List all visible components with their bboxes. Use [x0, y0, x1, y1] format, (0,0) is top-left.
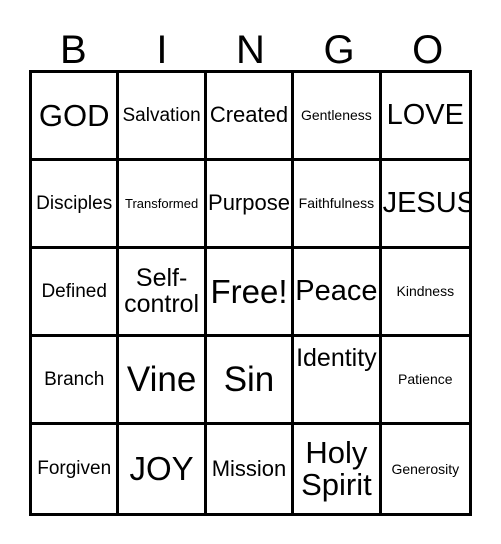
bingo-cell-i3[interactable]: Self- control	[119, 249, 207, 337]
bingo-cell-i2[interactable]: Transformed	[119, 161, 207, 249]
bingo-cell-label: Faithfulness	[298, 195, 375, 212]
bingo-header-letter-n: N	[236, 28, 265, 72]
bingo-cell-label: Patience	[398, 371, 453, 388]
bingo-cell-label: GOD	[38, 97, 110, 133]
bingo-cell-label: Sin	[223, 359, 275, 399]
bingo-cell-n5[interactable]: Mission	[206, 425, 295, 513]
bingo-cell-label: JOY	[129, 450, 194, 488]
bingo-cell-label: Generosity	[391, 460, 460, 477]
bingo-cell-g1[interactable]: Gentleness	[294, 73, 382, 161]
bingo-cell-b3[interactable]: Defined	[32, 249, 120, 337]
bingo-cell-label: Holy Spirit	[301, 435, 372, 502]
bingo-header-letter-b: B	[59, 28, 87, 72]
bingo-cell-i5[interactable]: JOY	[119, 425, 207, 513]
bingo-cell-g4[interactable]: Identity	[294, 337, 382, 425]
bingo-cell-label: Kindness	[396, 283, 455, 300]
bingo-cell-label: Transformed	[124, 195, 199, 211]
bingo-cell-n1[interactable]: Created	[206, 73, 295, 161]
bingo-cell-b4[interactable]: Branch	[32, 337, 120, 425]
bingo-cell-n4[interactable]: Sin	[206, 337, 295, 425]
bingo-cell-label: LOVE	[386, 98, 464, 131]
bingo-cell-label: Free!	[210, 272, 288, 310]
bingo-cell-g5[interactable]: Holy Spirit	[294, 425, 382, 513]
bingo-cell-label: Created	[209, 102, 289, 128]
bingo-cell-label: Vine	[126, 359, 197, 399]
bingo-cell-o1[interactable]: LOVE	[381, 73, 469, 161]
bingo-cell-g3[interactable]: Peace	[294, 249, 382, 337]
bingo-cell-label: Identity	[296, 344, 377, 372]
bingo-cell-label: Peace	[295, 274, 378, 307]
bingo-cell-label: Defined	[41, 280, 107, 302]
bingo-cell-i1[interactable]: Salvation	[119, 73, 207, 161]
bingo-cell-o3[interactable]: Kindness	[381, 249, 469, 337]
bingo-cell-label: JESUS	[382, 186, 469, 219]
bingo-cell-label: Branch	[44, 368, 105, 390]
bingo-cell-b2[interactable]: Disciples	[32, 161, 120, 249]
bingo-cell-label: Purpose	[208, 190, 290, 216]
bingo-cell-b5[interactable]: Forgiven	[32, 425, 120, 513]
bingo-cell-label: Salvation	[122, 104, 201, 126]
bingo-grid: GOD Salvation Created Gentleness LOVE Di…	[29, 70, 472, 516]
bingo-header-row: B I N G O	[29, 18, 472, 70]
bingo-cell-label: Disciples	[36, 192, 113, 214]
bingo-cell-b1[interactable]: GOD	[32, 73, 120, 161]
bingo-cell-o5[interactable]: Generosity	[381, 425, 469, 513]
bingo-cell-label: Forgiven	[37, 458, 112, 480]
bingo-cell-o4[interactable]: Patience	[381, 337, 469, 425]
bingo-card: B I N G O GOD Salvation Created Gentlene…	[0, 0, 501, 544]
bingo-header-letter-o: O	[412, 28, 444, 72]
bingo-cell-n3[interactable]: Free!	[206, 249, 295, 337]
bingo-header-letter-i: I	[156, 28, 168, 72]
bingo-cell-label: Mission	[211, 455, 287, 481]
bingo-cell-n2[interactable]: Purpose	[206, 161, 295, 249]
bingo-cell-o2[interactable]: JESUS	[381, 161, 469, 249]
bingo-cell-label: Gentleness	[300, 107, 372, 124]
bingo-cell-label: Self- control	[124, 264, 200, 318]
bingo-header-letter-g: G	[323, 28, 355, 72]
bingo-cell-i4[interactable]: Vine	[119, 337, 207, 425]
bingo-cell-g2[interactable]: Faithfulness	[294, 161, 382, 249]
